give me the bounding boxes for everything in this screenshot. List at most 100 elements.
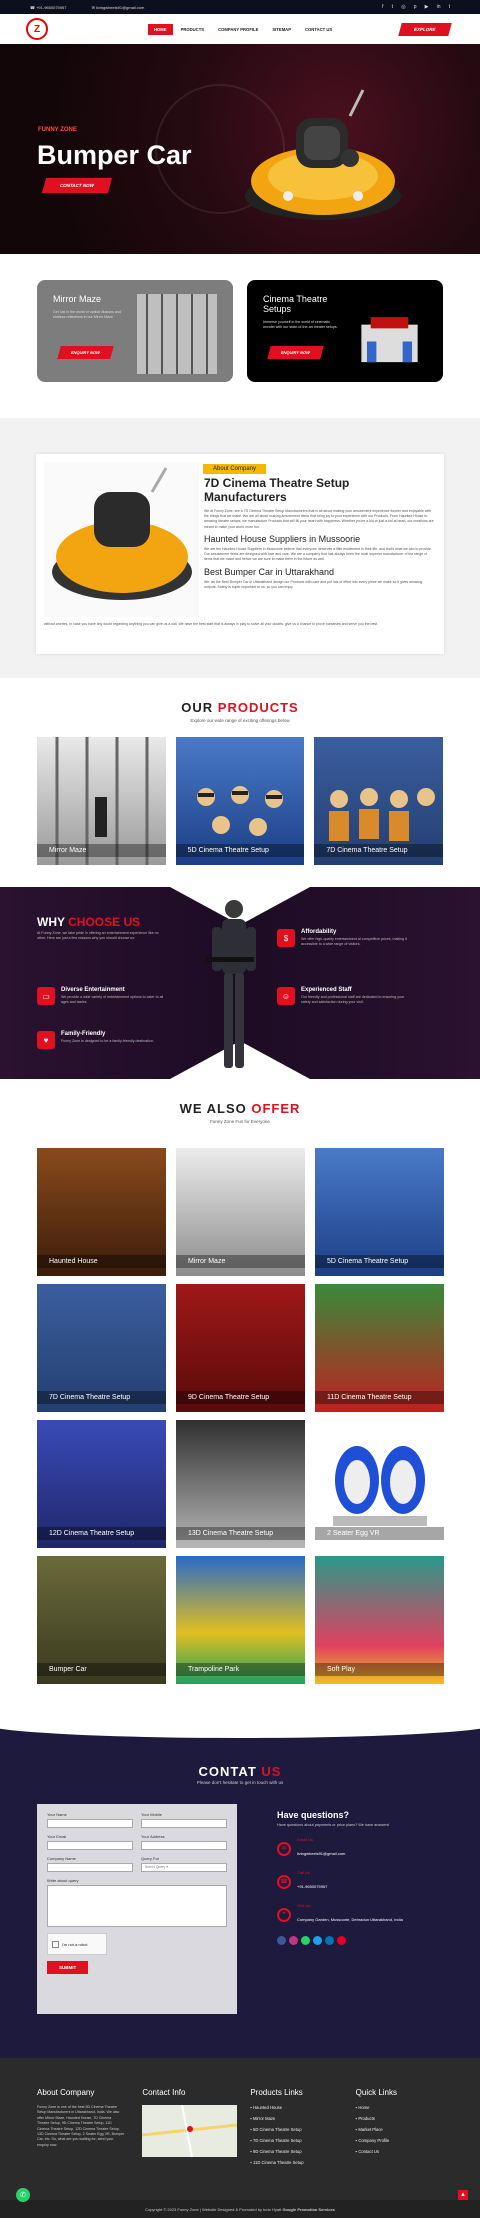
offer-tile[interactable]: Mirror Maze bbox=[176, 1148, 305, 1276]
about-paragraph-1: We at Funny Zone, are a 7D Cinema Theatr… bbox=[204, 508, 434, 529]
facebook-icon[interactable]: f bbox=[382, 4, 383, 10]
nav-products[interactable]: PRODUCTS bbox=[175, 24, 211, 35]
product-tile[interactable]: 7D Cinema Theatre Setup bbox=[314, 737, 444, 865]
offer-tile[interactable]: 9D Cinema Theatre Setup bbox=[176, 1284, 305, 1412]
tile-label: 2 Seater Egg VR bbox=[315, 1527, 444, 1540]
query-select[interactable]: Select Query ▾ bbox=[141, 1863, 227, 1872]
captcha-checkbox[interactable] bbox=[52, 1940, 59, 1948]
offer-tile[interactable]: Bumper Car bbox=[37, 1556, 166, 1684]
captcha-label: I'm not a robot bbox=[62, 1941, 88, 1947]
footer-heading: Contact Info bbox=[142, 2088, 186, 2097]
query-textarea[interactable] bbox=[47, 1885, 227, 1927]
explore-button[interactable]: EXPLORE bbox=[398, 23, 452, 36]
hero-contact-button[interactable]: CONTACT NOW bbox=[41, 178, 112, 193]
contact-form: Your Name Your Mobile Your Email Your Ad… bbox=[37, 1804, 237, 2014]
cinema-enquiry-button[interactable]: ENQUIRY NOW bbox=[267, 346, 324, 359]
offer-tile[interactable]: Soft Play bbox=[315, 1556, 444, 1684]
mobile-field[interactable] bbox=[141, 1819, 227, 1828]
nav-sitemap[interactable]: SITEMAP bbox=[266, 24, 297, 35]
footer-link[interactable]: 9D Cinema Theatre Setup bbox=[250, 2149, 337, 2154]
title-part: WE ALSO bbox=[179, 1101, 247, 1116]
offer-tile[interactable]: Trampoline Park bbox=[176, 1556, 305, 1684]
feature-desc: Our friendly and professional staff are … bbox=[301, 995, 405, 1005]
submit-button[interactable]: SUBMIT bbox=[47, 1961, 89, 1974]
tile-label: Mirror Maze bbox=[37, 844, 166, 857]
footer-link[interactable]: Haunted House bbox=[250, 2105, 337, 2110]
card-title: Cinema Theatre Setups bbox=[263, 294, 328, 314]
nav-company-profile[interactable]: COMPANY PROFILE bbox=[212, 24, 264, 35]
twitter-icon[interactable] bbox=[313, 1936, 322, 1945]
promo-link[interactable]: Google Promotion Services bbox=[282, 2207, 334, 2212]
email-field[interactable] bbox=[47, 1841, 133, 1850]
offer-section: WE ALSO OFFER Funny Zone Fun for Everyon… bbox=[0, 1101, 480, 1684]
facebook-icon[interactable] bbox=[277, 1936, 286, 1945]
location-map[interactable] bbox=[142, 2104, 238, 2158]
youtube-icon[interactable]: ▶ bbox=[425, 4, 429, 10]
footer-heading: Quick Links bbox=[355, 2088, 398, 2097]
footer-link[interactable]: Mirror Maze bbox=[250, 2116, 337, 2121]
offer-subtitle: Funny Zone Fun for Everyone bbox=[210, 1119, 270, 1124]
products-section: OUR PRODUCTS Explore our wide range of e… bbox=[0, 700, 480, 865]
tile-label: Mirror Maze bbox=[176, 1255, 305, 1268]
write-query-label: Write about query bbox=[47, 1878, 79, 1883]
product-tile[interactable]: Mirror Maze bbox=[37, 737, 166, 865]
mirror-maze-card: Mirror Maze Get lost in the world of opt… bbox=[37, 280, 233, 382]
tile-label: Trampoline Park bbox=[176, 1663, 305, 1676]
name-field[interactable] bbox=[47, 1819, 133, 1828]
offer-tile[interactable]: 7D Cinema Theatre Setup bbox=[37, 1284, 166, 1412]
call-info[interactable]: ☎ Call Us +91-9650075957 bbox=[277, 1870, 447, 1893]
footer-link[interactable]: 11D Cinema Theatre Setup bbox=[250, 2160, 337, 2165]
instagram-icon[interactable]: ◎ bbox=[401, 4, 405, 10]
footer-link[interactable]: Market Place bbox=[356, 2127, 443, 2132]
twitter-icon[interactable]: t bbox=[392, 4, 393, 10]
title-part: WHY bbox=[37, 915, 65, 929]
mirror-maze-enquiry-button[interactable]: ENQUIRY NOW bbox=[57, 346, 114, 359]
offer-tile[interactable]: Haunted House bbox=[37, 1148, 166, 1276]
footer-link[interactable]: 5D Cinema Theatre Setup bbox=[250, 2127, 337, 2132]
offer-tile[interactable]: 11D Cinema Theatre Setup bbox=[315, 1284, 444, 1412]
offer-tile[interactable]: 5D Cinema Theatre Setup bbox=[315, 1148, 444, 1276]
about-heading-2: Haunted House Suppliers in Mussoorie bbox=[204, 533, 361, 544]
email-info[interactable]: ✉ Email Us livingwheels91@gmail.com bbox=[277, 1837, 447, 1860]
pinterest-icon[interactable] bbox=[337, 1936, 346, 1945]
tile-label: 7D Cinema Theatre Setup bbox=[314, 844, 444, 857]
logo[interactable]: Z bbox=[26, 18, 48, 40]
social-links: f t ◎ p ▶ in t bbox=[375, 4, 450, 10]
tile-label: Bumper Car bbox=[37, 1663, 166, 1676]
offer-tile[interactable]: 12D Cinema Theatre Setup bbox=[37, 1420, 166, 1548]
footer-quick-links: Quick Links Home Products Market Place C… bbox=[356, 2088, 443, 2171]
captcha-box[interactable]: I'm not a robot bbox=[47, 1933, 107, 1955]
offer-tile[interactable]: 2 Seater Egg VR bbox=[315, 1420, 444, 1548]
footer-link[interactable]: Products bbox=[356, 2116, 443, 2121]
phone-link[interactable]: ☎ +91-9650075957 bbox=[30, 5, 78, 10]
offer-tile[interactable]: 13D Cinema Theatre Setup bbox=[176, 1420, 305, 1548]
scroll-top-icon[interactable]: ▲ bbox=[458, 2190, 468, 2200]
instagram-icon[interactable] bbox=[289, 1936, 298, 1945]
company-field[interactable] bbox=[47, 1863, 133, 1872]
whatsapp-icon[interactable] bbox=[301, 1936, 310, 1945]
linkedin-icon[interactable] bbox=[325, 1936, 334, 1945]
linkedin-icon[interactable]: in bbox=[437, 4, 441, 10]
hero-title: Bumper Car bbox=[37, 140, 192, 170]
tumblr-icon[interactable]: t bbox=[449, 4, 450, 10]
footer-link[interactable]: Company Profile bbox=[356, 2138, 443, 2143]
email-link[interactable]: ✉ livingwheels91@gmail.com bbox=[92, 5, 157, 10]
footer-link[interactable]: Contact Us bbox=[356, 2149, 443, 2154]
tile-label: 9D Cinema Theatre Setup bbox=[176, 1391, 305, 1404]
tile-label: 12D Cinema Theatre Setup bbox=[37, 1527, 166, 1540]
feature-title: Experienced Staff bbox=[301, 987, 352, 993]
pinterest-icon[interactable]: p bbox=[414, 4, 417, 10]
address-field[interactable] bbox=[141, 1841, 227, 1850]
footer-contact: Contact Info bbox=[142, 2088, 238, 2171]
feature-experienced-staff: ☺ Experienced Staff Our friendly and prof… bbox=[277, 987, 407, 1005]
footer-link[interactable]: 7D Cinema Theatre Setup bbox=[250, 2138, 337, 2143]
wave-divider bbox=[0, 1718, 480, 1738]
why-title: WHY CHOOSE US bbox=[37, 915, 140, 929]
why-choose-us-section: WHY CHOOSE US At Funny Zone, we take pri… bbox=[0, 887, 480, 1079]
nav-contact-us[interactable]: CONTACT US bbox=[299, 24, 338, 35]
footer-link[interactable]: Home bbox=[356, 2105, 443, 2110]
whatsapp-icon[interactable]: ✆ bbox=[16, 2188, 30, 2202]
product-tile[interactable]: 5D Cinema Theatre Setup bbox=[175, 737, 305, 865]
nav-home[interactable]: HOME bbox=[148, 23, 173, 35]
offer-grid: Haunted House Mirror Maze 5D Cinema Thea… bbox=[0, 1148, 480, 1684]
